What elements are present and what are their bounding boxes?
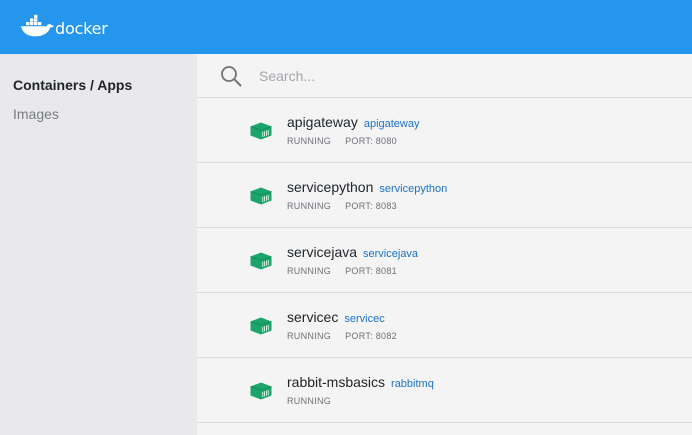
container-icon <box>250 317 272 335</box>
container-port: PORT: 8080 <box>345 136 397 146</box>
container-row-apigateway[interactable]: apigateway apigateway RUNNING PORT: 8080 <box>197 98 692 163</box>
container-status: RUNNING <box>287 331 332 341</box>
container-port: PORT: 8082 <box>345 331 397 341</box>
main-panel: apigateway apigateway RUNNING PORT: 8080 s… <box>197 54 692 435</box>
container-port: PORT: 8081 <box>345 266 397 276</box>
container-row-servicec[interactable]: servicec servicec RUNNING PORT: 8082 <box>197 293 692 358</box>
container-name: rabbit-msbasics <box>287 374 386 390</box>
container-name: servicepython <box>287 179 374 195</box>
container-icon <box>250 382 272 400</box>
container-status: RUNNING <box>287 201 332 211</box>
container-image-link[interactable]: servicepython <box>379 183 447 195</box>
container-image-link[interactable]: servicec <box>344 313 384 325</box>
container-image-link[interactable]: servicejava <box>363 248 418 260</box>
container-status: RUNNING <box>287 136 332 146</box>
search-icon <box>221 65 242 86</box>
container-row-rabbit-msbasics[interactable]: rabbit-msbasics rabbitmq RUNNING <box>197 358 692 423</box>
container-name: apigateway <box>287 114 358 130</box>
container-status: RUNNING <box>287 396 332 406</box>
container-row-servicepython[interactable]: servicepython servicepython RUNNING PORT: … <box>197 163 692 228</box>
sidebar-item-containers-apps[interactable]: Containers / Apps <box>0 74 197 103</box>
top-bar: docker <box>0 0 692 54</box>
container-port: PORT: 8083 <box>345 201 397 211</box>
container-icon <box>250 252 272 270</box>
search-bar <box>197 54 692 98</box>
container-row-servicejava[interactable]: servicejava servicejava RUNNING PORT: 8081 <box>197 228 692 293</box>
container-icon <box>250 187 272 205</box>
container-status: RUNNING <box>287 266 332 276</box>
docker-whale-icon <box>21 14 54 37</box>
container-name: servicejava <box>287 244 358 260</box>
container-image-link[interactable]: rabbitmq <box>391 378 434 390</box>
container-image-link[interactable]: apigateway <box>364 118 420 130</box>
container-name: servicec <box>287 309 339 325</box>
docker-logo[interactable]: docker <box>20 14 108 40</box>
container-icon <box>250 122 272 140</box>
brand-name: docker <box>55 18 108 38</box>
search-input[interactable] <box>257 61 637 90</box>
container-list: apigateway apigateway RUNNING PORT: 8080 s… <box>197 98 692 423</box>
sidebar-item-images[interactable]: Images <box>0 103 197 132</box>
sidebar: Containers / Apps Images <box>0 54 197 435</box>
